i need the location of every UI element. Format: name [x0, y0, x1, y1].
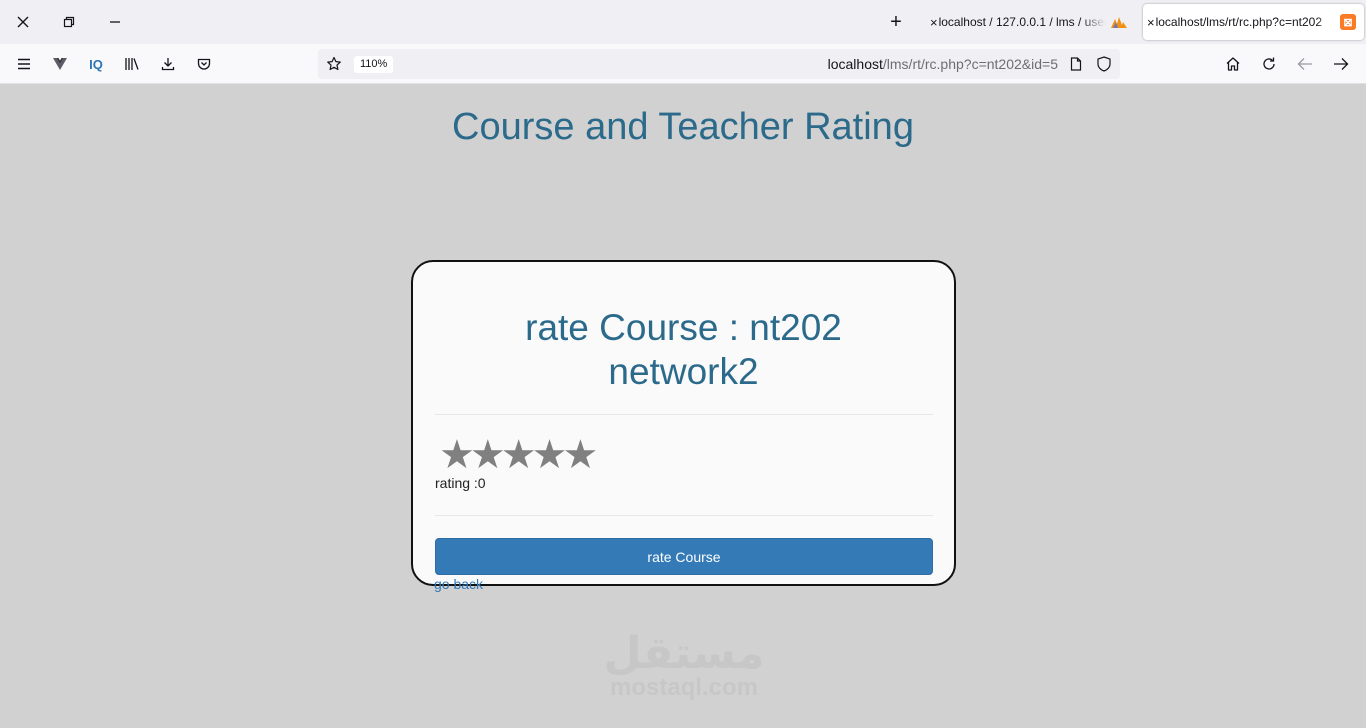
tab-title: localhost / 127.0.0.1 / lms / user: [938, 15, 1106, 29]
close-window-icon[interactable]: [9, 8, 37, 36]
phpmyadmin-favicon-icon: [1111, 17, 1127, 28]
vue-devtools-icon[interactable]: [46, 50, 74, 78]
mostaql-watermark: مستقل mostaql.com: [600, 632, 768, 700]
rating-value: rating :0: [435, 475, 486, 491]
back-arrow-icon[interactable]: [1291, 50, 1319, 78]
reload-icon[interactable]: [1255, 50, 1283, 78]
tab-title: localhost/lms/rt/rc.php?c=nt202: [1155, 15, 1323, 29]
go-back-link[interactable]: go back: [434, 576, 483, 592]
url-bar[interactable]: 110% localhost/lms/rt/rc.php?c=nt202&id=…: [318, 49, 1120, 79]
divider: [435, 515, 933, 516]
course-heading-line2: network2: [608, 351, 759, 392]
course-heading-line1: rate Course : nt202: [525, 307, 842, 348]
pocket-icon[interactable]: [190, 50, 218, 78]
reader-view-icon[interactable]: [1062, 50, 1090, 78]
star-rating[interactable]: ★ ★ ★ ★ ★: [439, 432, 598, 478]
rate-course-button[interactable]: rate Course: [435, 538, 933, 575]
library-icon[interactable]: [118, 50, 146, 78]
home-icon[interactable]: [1219, 50, 1247, 78]
course-heading: rate Course : nt202 network2: [413, 306, 954, 394]
xampp-favicon-icon: ⊠: [1340, 14, 1356, 30]
tracking-protection-shield-icon[interactable]: [1090, 50, 1118, 78]
browser-titlebar: + × localhost / 127.0.0.1 / lms / user ×…: [0, 0, 1366, 44]
url-path: /lms/rt/rc.php?c=nt202&id=5: [882, 56, 1058, 72]
star-5-icon[interactable]: ★: [562, 432, 598, 478]
restore-window-icon[interactable]: [55, 8, 83, 36]
tab-phpmyadmin[interactable]: × localhost / 127.0.0.1 / lms / user: [926, 4, 1136, 40]
url-host: localhost: [827, 56, 883, 72]
menu-icon[interactable]: [10, 50, 38, 78]
tab-close-icon[interactable]: ×: [1147, 15, 1155, 30]
url-text[interactable]: localhost/lms/rt/rc.php?c=nt202&id=5: [828, 56, 1058, 72]
forward-arrow-icon[interactable]: [1327, 50, 1355, 78]
watermark-arabic: مستقل: [603, 628, 765, 679]
rating-card: rate Course : nt202 network2 ★ ★ ★ ★ ★ r…: [411, 260, 956, 586]
new-tab-button[interactable]: +: [882, 8, 910, 36]
divider: [435, 414, 933, 415]
iq-extension-icon[interactable]: IQ: [82, 50, 110, 78]
tab-close-icon[interactable]: ×: [930, 15, 938, 30]
downloads-icon[interactable]: [154, 50, 182, 78]
minimize-window-icon[interactable]: [101, 8, 129, 36]
bookmark-star-icon[interactable]: [320, 50, 348, 78]
page-title: Course and Teacher Rating: [452, 106, 914, 148]
watermark-latin: mostaql.com: [609, 674, 759, 701]
zoom-level-badge[interactable]: 110%: [354, 56, 394, 73]
browser-navbar: IQ 110% localhost/lms/rt/rc.php?c=nt202&…: [0, 44, 1366, 84]
tab-rating-page[interactable]: × localhost/lms/rt/rc.php?c=nt202 ⊠: [1143, 4, 1364, 40]
